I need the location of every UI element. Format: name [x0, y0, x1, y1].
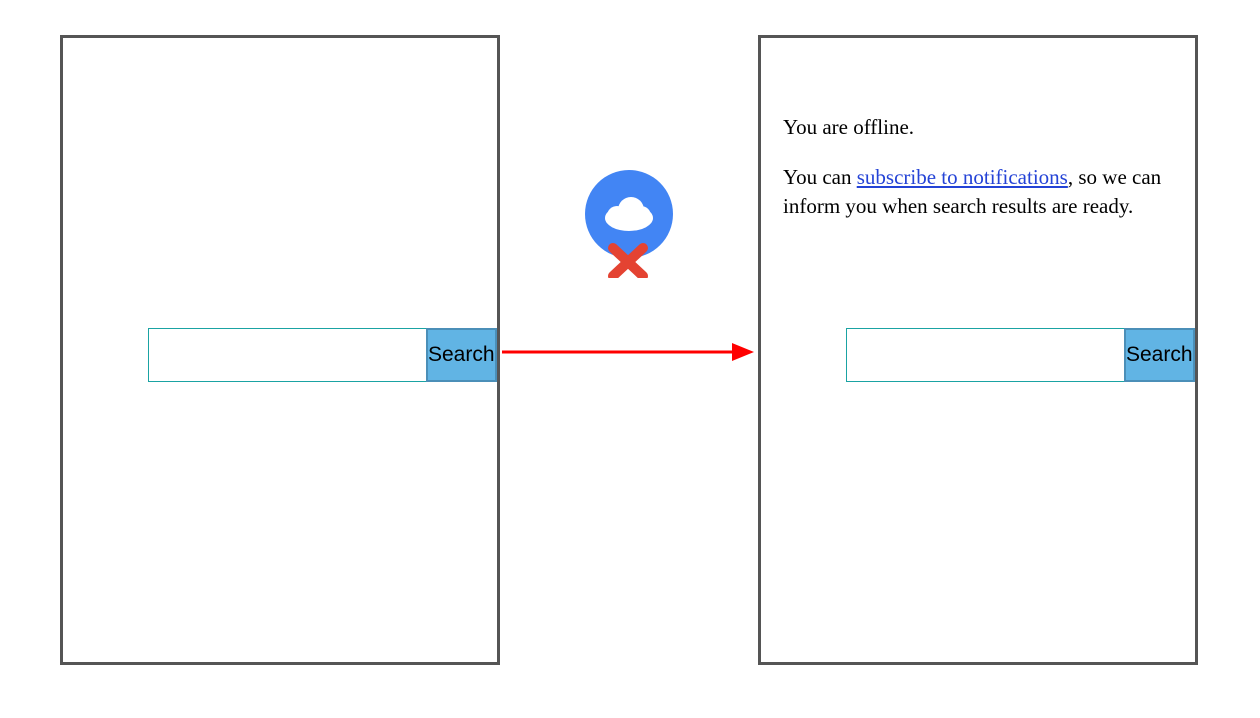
panel-before: Search	[60, 35, 500, 665]
search-button-left[interactable]: Search	[426, 328, 497, 382]
search-input-left[interactable]	[148, 328, 426, 382]
offline-message: You are offline. You can subscribe to no…	[783, 113, 1183, 242]
search-input-right[interactable]	[846, 328, 1124, 382]
cloud-offline-icon	[583, 170, 675, 278]
offline-line2: You can subscribe to notifications, so w…	[783, 163, 1183, 220]
offline-line2-prefix: You can	[783, 165, 857, 189]
transition-arrow	[502, 340, 754, 364]
subscribe-link[interactable]: subscribe to notifications	[857, 165, 1068, 189]
offline-line1: You are offline.	[783, 113, 1183, 141]
panel-after: You are offline. You can subscribe to no…	[758, 35, 1198, 665]
search-button-right[interactable]: Search	[1124, 328, 1195, 382]
search-group-right: Search	[846, 328, 1102, 382]
search-group-left: Search	[148, 328, 404, 382]
